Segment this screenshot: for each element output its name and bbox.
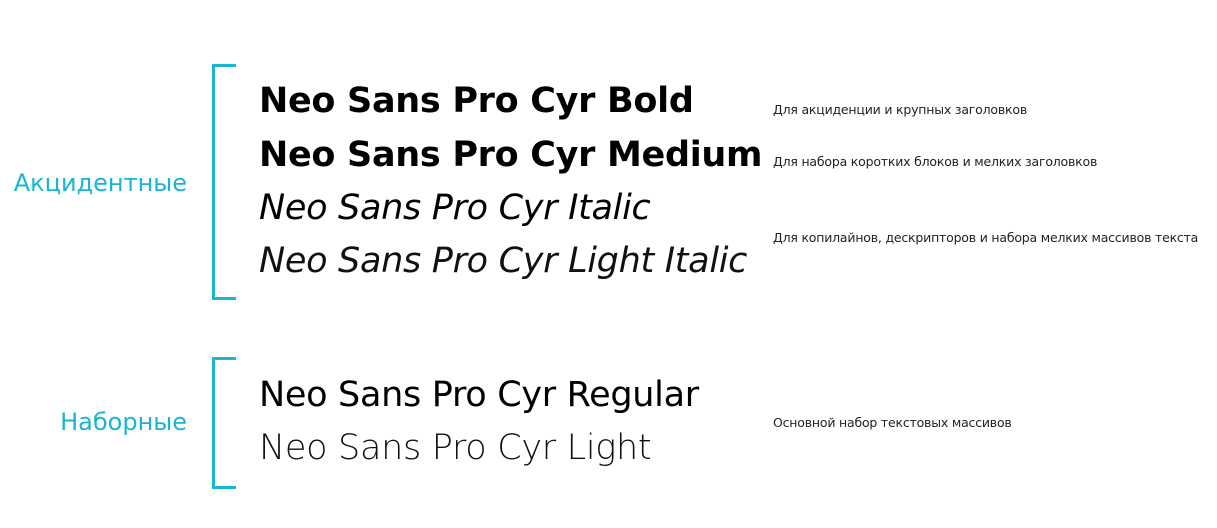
bracket-body <box>212 357 236 489</box>
font-sample-regular: Neo Sans Pro Cyr Regular <box>259 375 699 415</box>
bracket-accidental <box>212 64 236 300</box>
font-sample-light-italic: Neo Sans Pro Cyr Light Italic <box>259 241 748 281</box>
font-sample-light: Neo Sans Pro Cyr Light <box>259 428 652 468</box>
description-medium: Для набора коротких блоков и мелких заго… <box>773 154 1098 169</box>
font-sample-medium: Neo Sans Pro Cyr Medium <box>259 135 763 175</box>
description-bold: Для акциденции и крупных заголовков <box>773 102 1027 117</box>
group-label-body: Наборные <box>60 408 187 436</box>
group-label-accidental: Акцидентные <box>13 169 187 197</box>
font-sample-bold: Neo Sans Pro Cyr Bold <box>259 81 694 121</box>
font-sample-italic: Neo Sans Pro Cyr Italic <box>259 188 651 228</box>
description-regular: Основной набор текстовых массивов <box>773 415 1012 430</box>
description-italic: Для копилайнов, дескрипторов и набора ме… <box>773 230 1199 245</box>
